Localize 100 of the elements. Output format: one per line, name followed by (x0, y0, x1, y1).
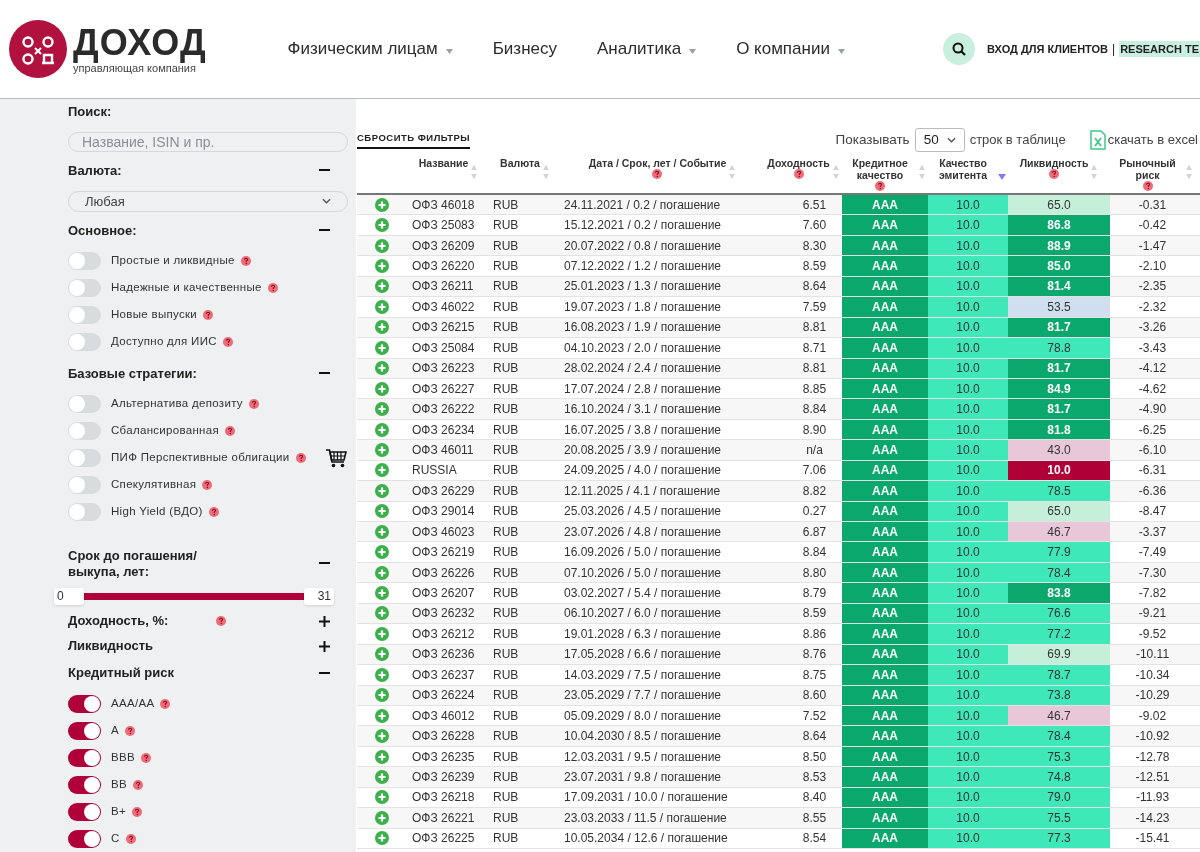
add-icon[interactable] (375, 708, 389, 723)
column-header[interactable]: Рыночный риск (1110, 155, 1195, 193)
column-header[interactable]: Ликвидность (1008, 155, 1110, 193)
add-icon[interactable] (375, 769, 389, 784)
toggle-switch[interactable] (68, 694, 101, 713)
sort-icon[interactable] (541, 165, 550, 179)
search-field[interactable]: Название, ISIN и пр. (68, 131, 348, 153)
toggle-switch[interactable] (68, 422, 101, 441)
toggle-switch[interactable] (68, 395, 101, 414)
help-icon[interactable] (295, 453, 306, 464)
login-link[interactable]: ВХОД ДЛЯ КЛИЕНТОВ (987, 40, 1109, 58)
column-header[interactable]: Кредитное качество (842, 155, 928, 193)
add-icon[interactable] (375, 361, 389, 376)
toggle-switch[interactable] (68, 305, 101, 324)
help-icon[interactable] (875, 181, 885, 191)
sort-icon[interactable] (1090, 165, 1099, 179)
toggle-switch[interactable] (68, 278, 101, 297)
toggle-switch[interactable] (68, 721, 101, 740)
help-icon[interactable] (203, 309, 213, 320)
toggle-switch[interactable] (68, 748, 101, 767)
expand-icon[interactable] (319, 640, 330, 652)
add-icon[interactable] (375, 667, 389, 682)
add-icon[interactable] (375, 320, 389, 335)
add-icon[interactable] (375, 299, 389, 314)
nav-link[interactable]: Бизнесу (492, 36, 557, 62)
add-icon[interactable] (375, 749, 389, 764)
reset-filters-link[interactable]: СБРОСИТЬ ФИЛЬТРЫ (357, 131, 471, 149)
help-icon[interactable] (132, 806, 142, 817)
toggle-switch[interactable] (68, 449, 101, 468)
add-icon[interactable] (375, 238, 389, 253)
help-icon[interactable] (202, 480, 213, 491)
add-icon[interactable] (375, 565, 389, 580)
add-icon[interactable] (375, 586, 389, 601)
help-icon[interactable] (240, 255, 251, 266)
add-icon[interactable] (375, 831, 389, 846)
add-icon[interactable] (375, 463, 389, 478)
toggle-switch[interactable] (68, 332, 101, 351)
add-icon[interactable] (375, 197, 389, 212)
add-icon[interactable] (375, 524, 389, 539)
add-icon[interactable] (375, 626, 389, 641)
sort-icon[interactable] (831, 165, 840, 179)
page-size-select[interactable]: 50 (914, 128, 965, 152)
help-icon[interactable] (224, 426, 235, 437)
sort-icon[interactable] (470, 165, 479, 179)
sort-descending-icon[interactable] (998, 174, 1006, 180)
help-icon[interactable] (216, 616, 226, 627)
help-icon[interactable] (248, 399, 259, 410)
cart-icon[interactable] (326, 448, 347, 468)
add-icon[interactable] (375, 381, 389, 396)
column-header[interactable]: Дата / Срок, лет / Событие (560, 155, 765, 193)
column-header[interactable]: Доходность (765, 155, 842, 193)
help-icon[interactable] (652, 169, 663, 179)
help-icon[interactable] (132, 779, 143, 790)
add-icon[interactable] (375, 402, 389, 417)
help-icon[interactable] (793, 169, 804, 179)
sort-icon[interactable] (1185, 165, 1193, 179)
add-icon[interactable] (375, 340, 389, 355)
add-icon[interactable] (375, 729, 389, 744)
add-icon[interactable] (375, 483, 389, 498)
nav-link[interactable]: Физическим лицам (287, 36, 453, 62)
add-icon[interactable] (375, 810, 389, 825)
help-icon[interactable] (140, 752, 151, 763)
sort-icon[interactable] (728, 165, 737, 179)
nav-link[interactable]: О компании (736, 36, 845, 62)
slider-handle[interactable]: 31 (304, 587, 334, 605)
help-icon[interactable] (208, 507, 219, 518)
excel-download-link[interactable]: скачать в excel (1089, 130, 1198, 150)
nav-link[interactable]: Аналитика (597, 36, 697, 62)
add-icon[interactable] (375, 545, 389, 560)
toggle-switch[interactable] (68, 251, 101, 270)
expand-icon[interactable] (319, 615, 330, 627)
add-icon[interactable] (375, 647, 389, 662)
add-icon[interactable] (375, 688, 389, 703)
help-icon[interactable] (1142, 181, 1153, 191)
research-link[interactable]: RESEARCH TE (1119, 40, 1200, 58)
add-icon[interactable] (375, 279, 389, 294)
help-icon[interactable] (222, 336, 233, 347)
add-icon[interactable] (375, 442, 389, 457)
column-header[interactable]: Валюта (490, 155, 560, 193)
toggle-switch[interactable] (68, 476, 101, 495)
sort-icon[interactable] (918, 165, 926, 179)
help-icon[interactable] (267, 282, 278, 293)
add-icon[interactable] (375, 606, 389, 621)
search-button[interactable] (943, 33, 976, 65)
help-icon[interactable] (125, 725, 135, 736)
add-icon[interactable] (375, 422, 389, 437)
add-icon[interactable] (375, 259, 389, 274)
column-header[interactable]: Название (407, 155, 490, 193)
column-header[interactable]: Качество эмитента (928, 155, 1008, 193)
add-icon[interactable] (375, 790, 389, 805)
help-icon[interactable] (1049, 169, 1059, 179)
toggle-switch[interactable] (68, 802, 101, 821)
help-icon[interactable] (125, 833, 136, 844)
slider-handle[interactable]: 0 (54, 587, 84, 605)
toggle-switch[interactable] (68, 829, 101, 848)
add-icon[interactable] (375, 504, 389, 519)
toggle-switch[interactable] (68, 503, 101, 522)
toggle-switch[interactable] (68, 775, 101, 794)
help-icon[interactable] (160, 698, 171, 709)
add-icon[interactable] (375, 218, 389, 233)
